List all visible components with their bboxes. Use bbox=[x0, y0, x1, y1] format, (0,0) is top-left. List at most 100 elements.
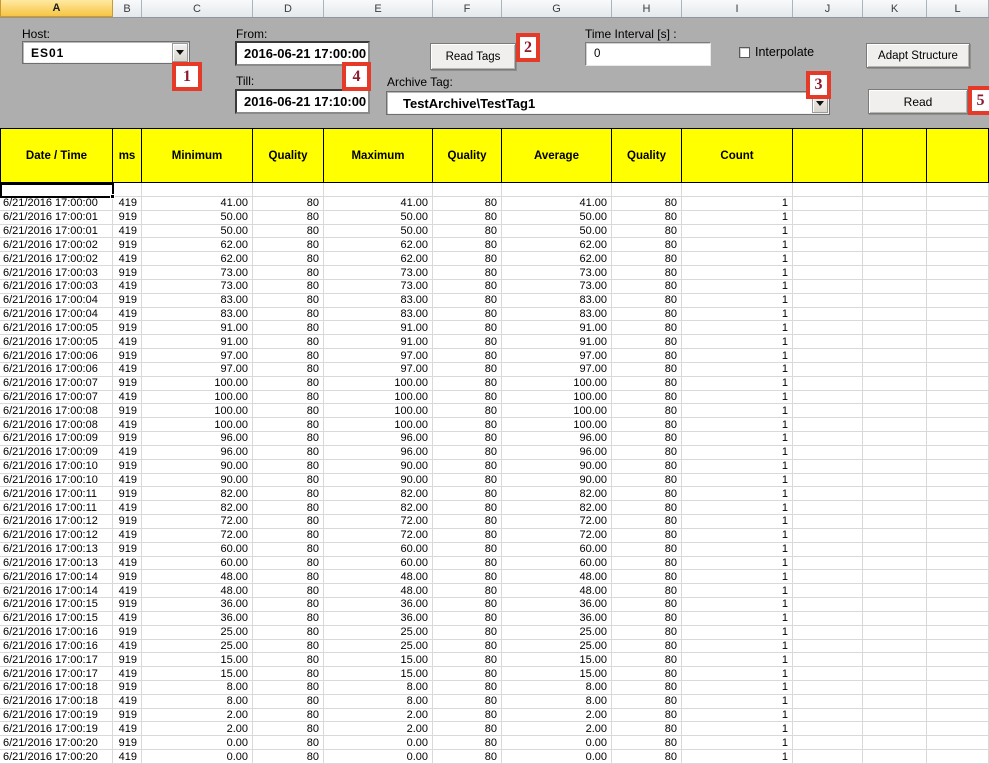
cell[interactable]: 80 bbox=[612, 376, 682, 391]
cell[interactable] bbox=[927, 473, 989, 488]
cell[interactable]: 419 bbox=[113, 584, 142, 599]
cell[interactable]: 48.00 bbox=[324, 584, 433, 599]
cell[interactable] bbox=[863, 736, 927, 751]
cell[interactable]: 80 bbox=[253, 639, 324, 654]
cell[interactable]: 6/21/2016 17:00:06 bbox=[0, 349, 113, 363]
cell[interactable]: 80 bbox=[253, 321, 324, 336]
cell[interactable] bbox=[863, 639, 927, 654]
cell[interactable]: 1 bbox=[682, 335, 793, 350]
cell[interactable]: 419 bbox=[113, 611, 142, 626]
cell[interactable]: 82.00 bbox=[142, 487, 253, 502]
cell[interactable] bbox=[863, 390, 927, 405]
cell[interactable]: 80 bbox=[253, 487, 324, 502]
time-interval-input[interactable]: 0 bbox=[585, 42, 711, 66]
cell[interactable]: 1 bbox=[682, 238, 793, 253]
cell[interactable]: 6/21/2016 17:00:16 bbox=[0, 625, 113, 640]
cell[interactable] bbox=[793, 694, 863, 709]
cell[interactable]: 6/21/2016 17:00:15 bbox=[0, 611, 113, 626]
cell[interactable]: 80 bbox=[253, 362, 324, 377]
cell[interactable]: 80 bbox=[612, 722, 682, 737]
cell[interactable]: 0.00 bbox=[502, 736, 612, 751]
cell[interactable] bbox=[927, 639, 989, 654]
cell[interactable]: 100.00 bbox=[324, 404, 433, 419]
table-header-cell[interactable]: Quality bbox=[433, 128, 502, 183]
cell[interactable]: 80 bbox=[433, 542, 502, 557]
cell[interactable]: 6/21/2016 17:00:15 bbox=[0, 598, 113, 612]
cell[interactable]: 80 bbox=[612, 653, 682, 668]
cell[interactable] bbox=[793, 279, 863, 294]
cell[interactable] bbox=[863, 694, 927, 709]
cell[interactable]: 80 bbox=[612, 625, 682, 640]
cell[interactable]: 91.00 bbox=[142, 321, 253, 336]
cell[interactable]: 80 bbox=[612, 708, 682, 723]
cell[interactable]: 6/21/2016 17:00:05 bbox=[0, 321, 113, 336]
cell[interactable]: 6/21/2016 17:00:11 bbox=[0, 501, 113, 516]
cell[interactable]: 6/21/2016 17:00:17 bbox=[0, 667, 113, 681]
cell[interactable]: 100.00 bbox=[142, 418, 253, 433]
table-header-cell[interactable] bbox=[927, 128, 989, 183]
cell[interactable]: 1 bbox=[682, 598, 793, 612]
cell[interactable]: 82.00 bbox=[324, 487, 433, 502]
cell[interactable] bbox=[612, 183, 682, 197]
cell[interactable]: 100.00 bbox=[502, 376, 612, 391]
cell[interactable]: 50.00 bbox=[142, 224, 253, 239]
cell[interactable] bbox=[793, 445, 863, 460]
cell[interactable]: 60.00 bbox=[142, 556, 253, 571]
cell[interactable]: 96.00 bbox=[142, 432, 253, 446]
cell[interactable] bbox=[863, 266, 927, 280]
cell[interactable]: 80 bbox=[433, 321, 502, 336]
cell[interactable]: 1 bbox=[682, 252, 793, 267]
cell[interactable] bbox=[927, 307, 989, 322]
cell[interactable]: 41.00 bbox=[502, 197, 612, 211]
cell[interactable]: 83.00 bbox=[502, 307, 612, 322]
cell[interactable] bbox=[793, 362, 863, 377]
cell[interactable]: 96.00 bbox=[502, 445, 612, 460]
cell[interactable]: 80 bbox=[253, 625, 324, 640]
cell[interactable]: 1 bbox=[682, 307, 793, 322]
cell[interactable] bbox=[793, 487, 863, 502]
cell[interactable] bbox=[793, 611, 863, 626]
cell[interactable] bbox=[863, 556, 927, 571]
cell[interactable]: 73.00 bbox=[502, 266, 612, 280]
cell[interactable]: 80 bbox=[612, 515, 682, 529]
cell[interactable]: 80 bbox=[612, 418, 682, 433]
cell[interactable]: 15.00 bbox=[142, 653, 253, 668]
cell[interactable]: 80 bbox=[612, 390, 682, 405]
cell[interactable]: 80 bbox=[253, 197, 324, 211]
column-header-K[interactable]: K bbox=[863, 0, 927, 17]
cell[interactable]: 80 bbox=[253, 473, 324, 488]
cell[interactable] bbox=[113, 183, 142, 197]
cell[interactable]: 72.00 bbox=[142, 515, 253, 529]
cell[interactable] bbox=[863, 653, 927, 668]
cell[interactable] bbox=[863, 224, 927, 239]
cell[interactable]: 100.00 bbox=[142, 390, 253, 405]
cell[interactable]: 2.00 bbox=[502, 708, 612, 723]
cell[interactable]: 60.00 bbox=[324, 542, 433, 557]
cell[interactable]: 80 bbox=[433, 197, 502, 211]
cell[interactable]: 80 bbox=[253, 432, 324, 446]
cell[interactable] bbox=[927, 667, 989, 681]
cell[interactable]: 6/21/2016 17:00:18 bbox=[0, 694, 113, 709]
cell[interactable]: 80 bbox=[433, 252, 502, 267]
cell[interactable] bbox=[863, 307, 927, 322]
cell[interactable]: 62.00 bbox=[324, 238, 433, 253]
cell[interactable] bbox=[863, 598, 927, 612]
cell[interactable] bbox=[682, 183, 793, 197]
cell[interactable]: 15.00 bbox=[502, 667, 612, 681]
cell[interactable] bbox=[793, 238, 863, 253]
cell[interactable]: 1 bbox=[682, 667, 793, 681]
cell[interactable] bbox=[793, 570, 863, 585]
cell[interactable]: 80 bbox=[433, 570, 502, 585]
cell[interactable]: 62.00 bbox=[502, 238, 612, 253]
cell[interactable]: 1 bbox=[682, 376, 793, 391]
cell[interactable]: 80 bbox=[433, 501, 502, 516]
cell[interactable]: 80 bbox=[612, 459, 682, 474]
cell[interactable]: 80 bbox=[433, 335, 502, 350]
cell[interactable]: 83.00 bbox=[324, 293, 433, 308]
cell[interactable]: 62.00 bbox=[142, 252, 253, 267]
cell[interactable]: 419 bbox=[113, 556, 142, 571]
cell[interactable] bbox=[793, 515, 863, 529]
cell[interactable]: 36.00 bbox=[324, 611, 433, 626]
table-header-cell[interactable]: Average bbox=[502, 128, 612, 183]
cell[interactable] bbox=[863, 183, 927, 197]
